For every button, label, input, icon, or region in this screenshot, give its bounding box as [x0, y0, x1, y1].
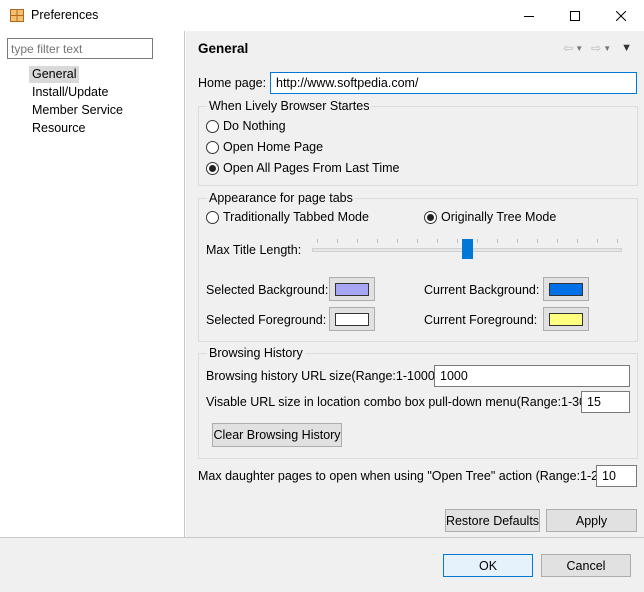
slider-tick: [577, 239, 578, 243]
slider-tick: [537, 239, 538, 243]
slider-tick: [457, 239, 458, 243]
page-title: General: [198, 41, 249, 56]
radio-button[interactable]: [206, 140, 219, 154]
selected-foreground-color-button[interactable]: [329, 307, 375, 331]
slider-tick: [517, 239, 518, 243]
view-menu-icon[interactable]: ▼: [621, 42, 632, 54]
nav-item-install-update[interactable]: Install/Update: [29, 84, 111, 101]
minimize-button[interactable]: [506, 0, 552, 31]
current-background-color-button[interactable]: [543, 277, 589, 301]
color-swatch: [549, 282, 583, 296]
radio-open-home-page[interactable]: Open Home Page: [206, 140, 323, 154]
radio-button[interactable]: [206, 210, 219, 224]
apply-label: Apply: [575, 513, 608, 528]
slider-tick: [357, 239, 358, 243]
slider-tick: [377, 239, 378, 243]
radio-label: Traditionally Tabbed Mode: [223, 210, 369, 224]
color-swatch: [335, 312, 369, 326]
nav-item-member-service[interactable]: Member Service: [29, 102, 126, 119]
visible-url-size-label: Visable URL size in location combo box p…: [206, 395, 594, 409]
clear-browsing-history-button[interactable]: Clear Browsing History: [212, 423, 342, 447]
close-icon: [616, 10, 626, 21]
radio-button[interactable]: [424, 210, 437, 224]
max-daughter-pages-input[interactable]: [596, 465, 637, 487]
cancel-button[interactable]: Cancel: [541, 554, 631, 577]
startup-group-title: When Lively Browser Startes: [207, 99, 372, 113]
back-dropdown-icon[interactable]: ▼: [575, 44, 583, 53]
preferences-tree-pane: General Install/Update Member Service Re…: [0, 31, 185, 537]
nav-item-general[interactable]: General: [29, 66, 80, 83]
forward-dropdown-icon[interactable]: ▼: [603, 44, 611, 53]
current-foreground-color-button[interactable]: [543, 307, 589, 331]
close-button[interactable]: [598, 0, 644, 31]
radio-button[interactable]: [206, 161, 219, 175]
slider-tick: [417, 239, 418, 243]
slider-tick: [437, 239, 438, 243]
history-group-title: Browsing History: [207, 346, 305, 360]
apply-button[interactable]: Apply: [546, 509, 637, 532]
slider-tick: [337, 239, 338, 243]
title-bar: Preferences: [0, 0, 644, 31]
radio-label: Open Home Page: [223, 140, 324, 154]
home-page-label: Home page:: [198, 76, 267, 90]
max-daughter-pages-label: Max daughter pages to open when using "O…: [198, 469, 613, 483]
app-icon: [10, 9, 24, 22]
radio-open-all-pages[interactable]: Open All Pages From Last Time: [206, 161, 399, 175]
slider-tick: [397, 239, 398, 243]
maximize-icon: [570, 10, 580, 21]
current-foreground-label: Current Foreground:: [424, 313, 538, 327]
window-title: Preferences: [31, 8, 99, 22]
tabs-group-title: Appearance for page tabs: [207, 191, 355, 205]
page-navigation: ⇦ ▼ ⇨ ▼ ▼: [563, 41, 632, 55]
radio-button[interactable]: [206, 119, 219, 133]
selected-foreground-label: Selected Foreground:: [206, 313, 327, 327]
max-title-length-slider[interactable]: [312, 236, 622, 266]
maximize-button[interactable]: [552, 0, 598, 31]
home-page-input[interactable]: [270, 72, 637, 94]
history-url-size-label: Browsing history URL size(Range:1-10000)…: [206, 369, 450, 383]
radio-label: Do Nothing: [223, 119, 286, 133]
selected-background-color-button[interactable]: [329, 277, 375, 301]
color-swatch: [549, 312, 583, 326]
slider-thumb[interactable]: [462, 239, 473, 259]
visible-url-size-input[interactable]: [581, 391, 630, 413]
radio-tree-mode[interactable]: Originally Tree Mode: [424, 210, 556, 224]
radio-label: Open All Pages From Last Time: [223, 161, 400, 175]
radio-do-nothing[interactable]: Do Nothing: [206, 119, 286, 133]
minimize-icon: [524, 15, 534, 17]
radio-tabbed-mode[interactable]: Traditionally Tabbed Mode: [206, 210, 369, 224]
dialog-button-bar: OK Cancel: [0, 537, 644, 592]
preferences-page: General ⇦ ▼ ⇨ ▼ ▼ Home page: When Lively…: [186, 31, 644, 537]
back-arrow-icon[interactable]: ⇦: [563, 41, 573, 55]
radio-label: Originally Tree Mode: [441, 210, 557, 224]
ok-button[interactable]: OK: [443, 554, 533, 577]
slider-tick: [317, 239, 318, 243]
nav-item-resource[interactable]: Resource: [29, 120, 89, 137]
slider-tick: [497, 239, 498, 243]
slider-tick: [617, 239, 618, 243]
filter-input[interactable]: [7, 38, 153, 59]
slider-tick: [597, 239, 598, 243]
forward-arrow-icon[interactable]: ⇨: [591, 41, 601, 55]
max-title-length-label: Max Title Length:: [206, 243, 302, 257]
current-background-label: Current Background:: [424, 283, 540, 297]
history-url-size-input[interactable]: [434, 365, 630, 387]
slider-tick: [557, 239, 558, 243]
slider-tick: [477, 239, 478, 243]
restore-defaults-label: Restore Defaults: [445, 513, 540, 528]
restore-defaults-button[interactable]: Restore Defaults: [445, 509, 540, 532]
color-swatch: [335, 282, 369, 296]
selected-background-label: Selected Background:: [206, 283, 329, 297]
